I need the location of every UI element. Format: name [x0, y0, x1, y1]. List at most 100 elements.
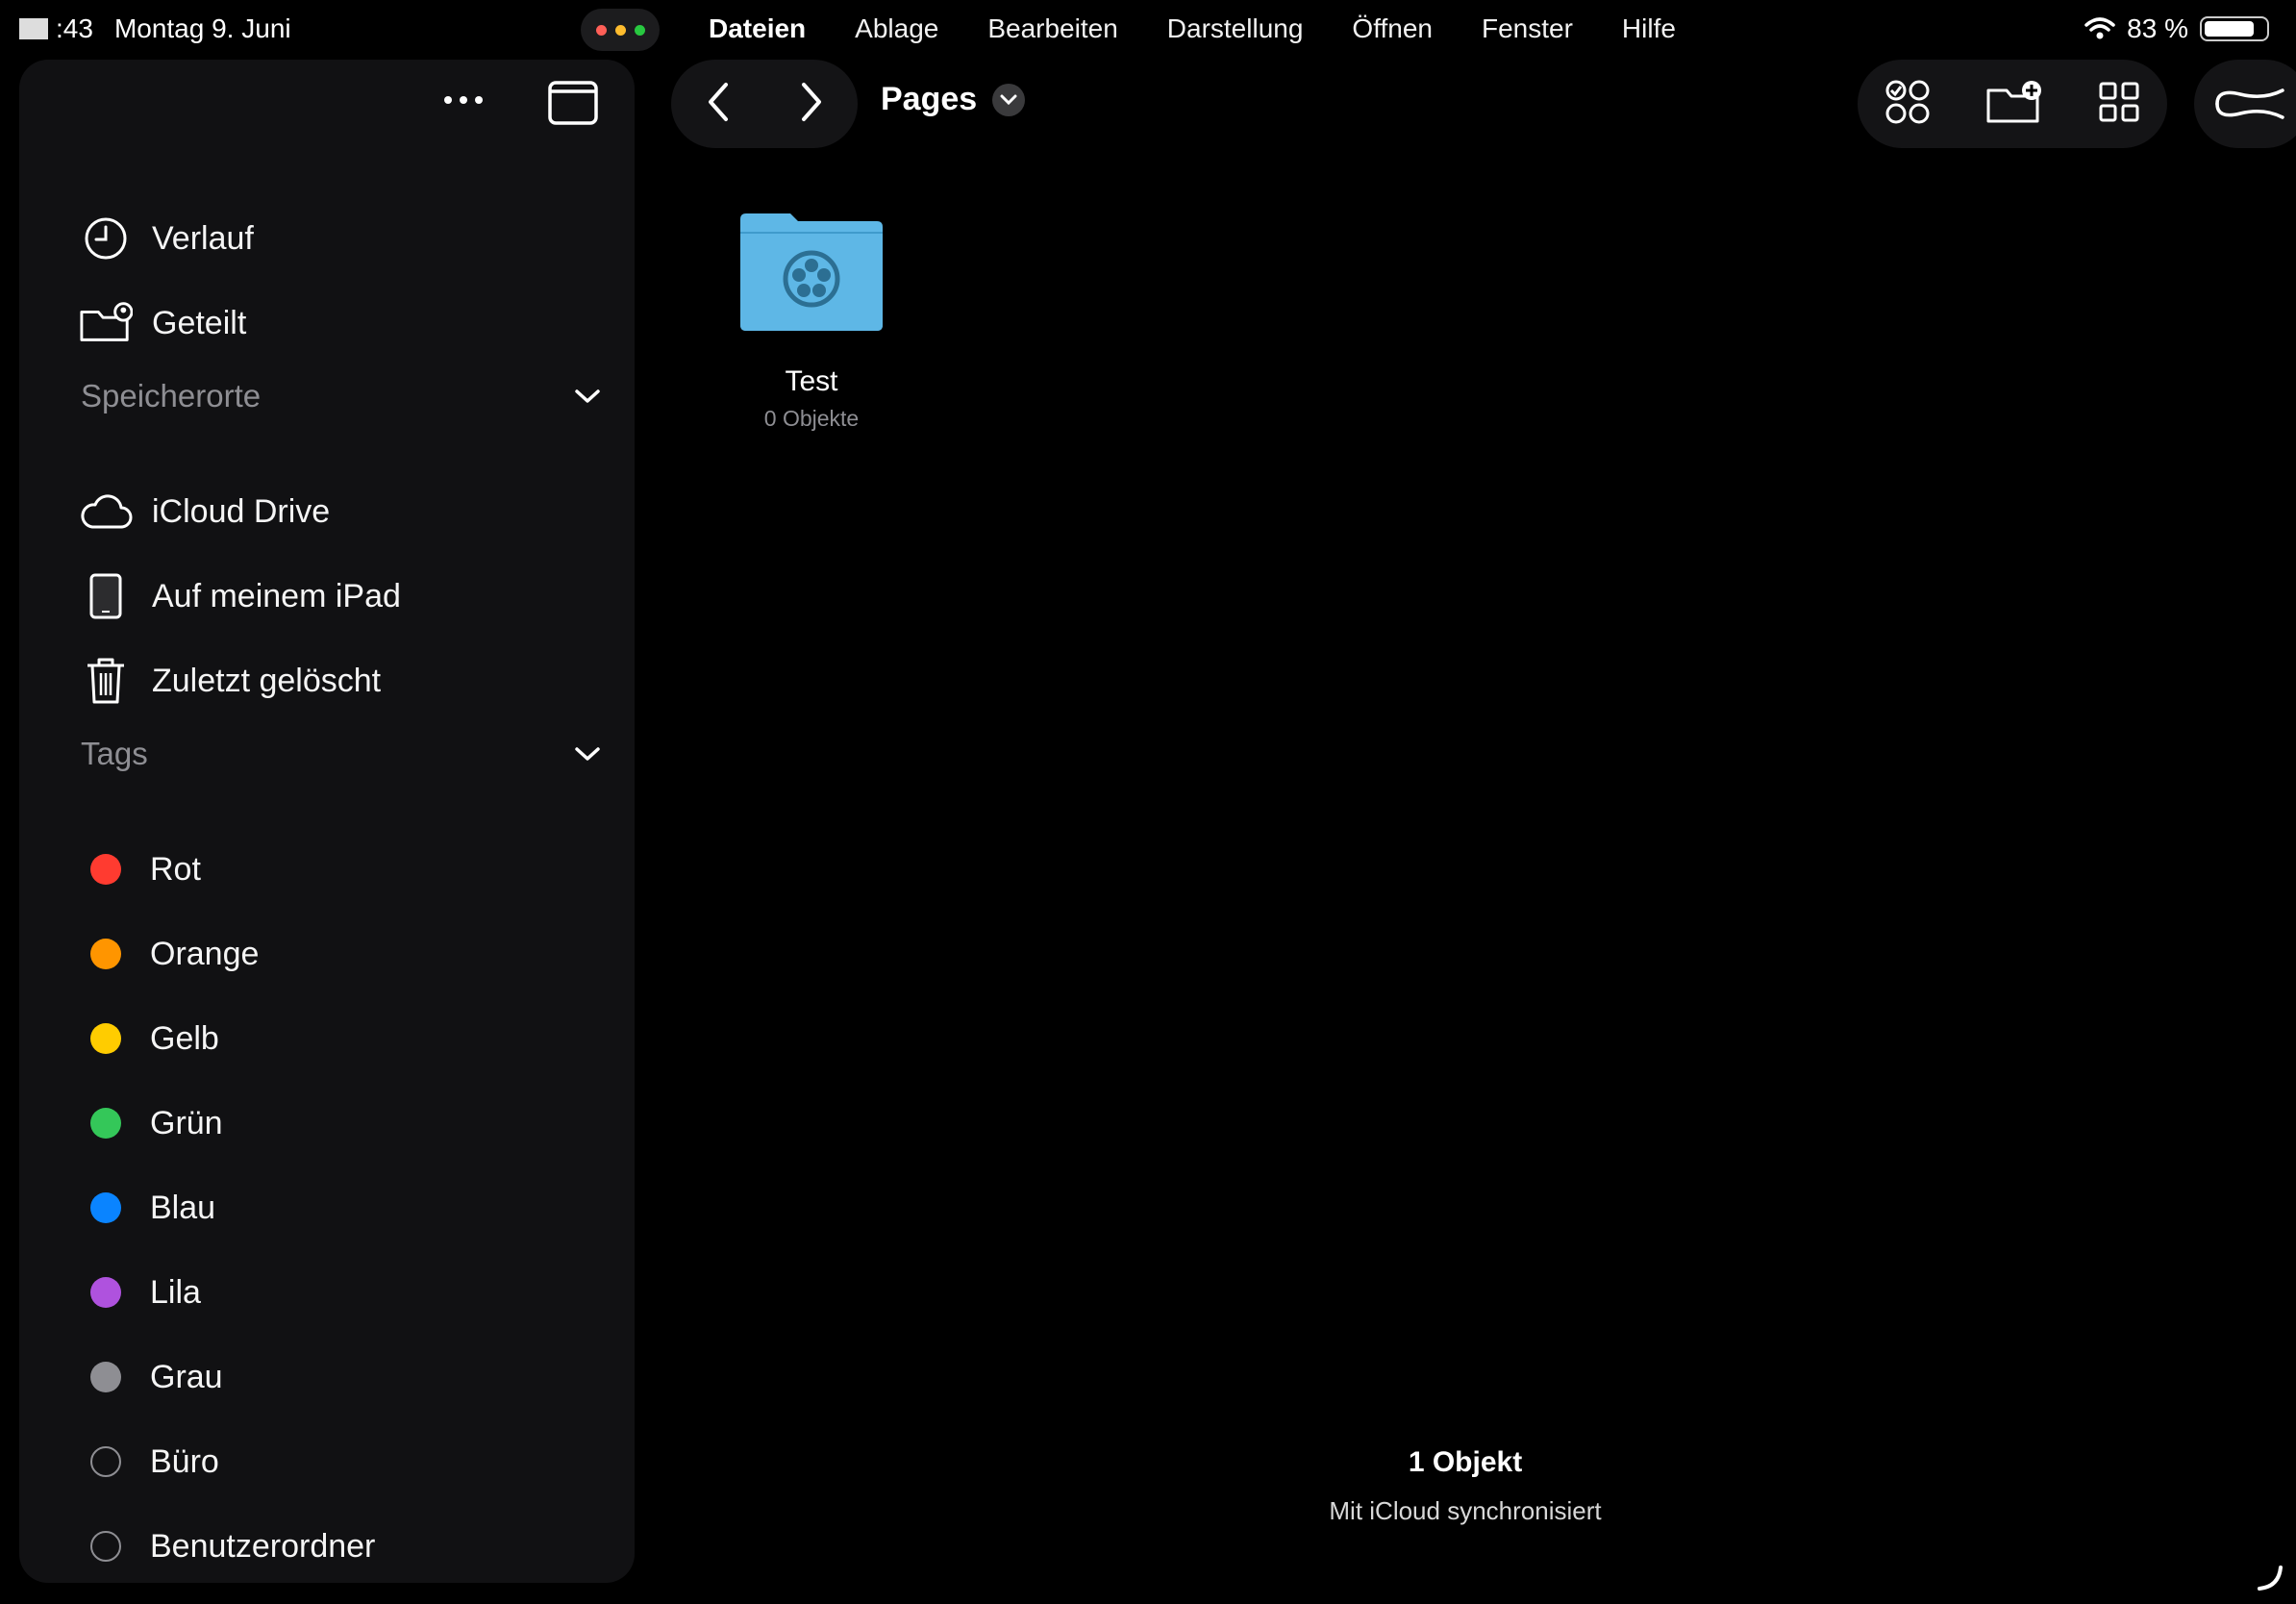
- tag-color-dot: [90, 854, 121, 885]
- tag-item-gelb[interactable]: Gelb: [79, 1009, 219, 1068]
- sidebar-item-label: Verlauf: [152, 219, 254, 257]
- sidebar-item-icloud-drive[interactable]: iCloud Drive: [79, 482, 330, 541]
- chevron-left-icon: [708, 82, 728, 121]
- section-header-tags[interactable]: Tags: [81, 728, 600, 780]
- window-zoom-dot[interactable]: [634, 24, 645, 36]
- status-left: :43 Montag 9. Juni: [19, 13, 291, 44]
- tag-color-dot: [90, 1192, 121, 1223]
- tag-item-lila[interactable]: Lila: [79, 1263, 201, 1322]
- select-items-icon: [1885, 80, 1930, 123]
- chevron-down-icon: [575, 389, 600, 403]
- menu-bar: Dateien Ablage Bearbeiten Darstellung Öf…: [709, 13, 1725, 44]
- section-title: Tags: [81, 736, 148, 771]
- toolbar-actions: [1858, 60, 2167, 148]
- sidebar-item-label: Geteilt: [152, 304, 247, 341]
- tag-item-orange[interactable]: Orange: [79, 924, 259, 984]
- status-right: 83 %: [2084, 13, 2269, 44]
- menu-bearbeiten[interactable]: Bearbeiten: [987, 13, 1117, 44]
- sidebar-item-label: Zuletzt gelöscht: [152, 662, 382, 699]
- new-folder-button[interactable]: [1985, 79, 2043, 130]
- chevron-down-icon: [575, 747, 600, 761]
- shared-folder-icon: [79, 296, 133, 350]
- tag-label: Lila: [150, 1273, 201, 1311]
- view-options-button[interactable]: [2098, 81, 2140, 128]
- tag-color-dot: [90, 1108, 121, 1139]
- status-bar: :43 Montag 9. Juni Dateien Ablage Bearbe…: [0, 0, 2296, 60]
- tag-label: Blau: [150, 1189, 216, 1226]
- tag-item-buero[interactable]: Büro: [79, 1432, 219, 1491]
- app-glyph-icon: [19, 18, 48, 39]
- battery-fill: [2205, 21, 2255, 37]
- sidebar-toggle-icon: [548, 81, 598, 125]
- menu-oeffnen[interactable]: Öffnen: [1352, 13, 1433, 44]
- status-date: Montag 9. Juni: [113, 13, 291, 43]
- sidebar-item-label: iCloud Drive: [152, 492, 331, 530]
- tag-label: Rot: [150, 850, 201, 888]
- trash-icon: [79, 654, 133, 708]
- window-close-dot[interactable]: [595, 24, 607, 36]
- tag-item-rot[interactable]: Rot: [79, 840, 201, 899]
- menu-hilfe[interactable]: Hilfe: [1622, 13, 1676, 44]
- section-title: Speicherorte: [81, 378, 262, 414]
- more-button[interactable]: [435, 79, 492, 121]
- ellipsis-icon: [444, 96, 483, 104]
- sidebar-item-label: Auf meinem iPad: [152, 577, 401, 614]
- menu-fenster[interactable]: Fenster: [1482, 13, 1573, 44]
- sync-status-label: Mit iCloud synchronisiert: [1329, 1496, 1602, 1525]
- menu-dateien[interactable]: Dateien: [709, 13, 806, 44]
- tag-item-grau[interactable]: Grau: [79, 1347, 223, 1407]
- navigation-buttons: [671, 60, 858, 148]
- toggle-sidebar-button[interactable]: [544, 79, 602, 127]
- sidebar-item-zuletzt-geloescht[interactable]: Zuletzt gelöscht: [79, 651, 381, 711]
- grid-view-icon: [2099, 82, 2139, 121]
- tag-label: Benutzerordner: [150, 1527, 376, 1565]
- tag-label: Büro: [150, 1442, 219, 1480]
- tag-color-dot: [90, 939, 121, 969]
- tag-color-dot: [90, 1023, 121, 1054]
- sidebar-toolbar: [19, 60, 635, 144]
- resize-handle-icon[interactable]: [2256, 1564, 2284, 1592]
- search-icon: [2215, 88, 2284, 119]
- tag-label: Orange: [150, 935, 260, 972]
- cloud-icon: [79, 485, 133, 539]
- menu-darstellung[interactable]: Darstellung: [1167, 13, 1304, 44]
- tag-color-dot: [90, 1362, 121, 1392]
- folder-item-test[interactable]: [736, 212, 886, 338]
- sidebar-item-auf-meinem-ipad[interactable]: Auf meinem iPad: [79, 566, 401, 626]
- back-button[interactable]: [707, 82, 730, 127]
- section-header-speicherorte[interactable]: Speicherorte: [81, 370, 600, 422]
- window-controls-button[interactable]: [581, 9, 660, 51]
- chevron-down-icon: [992, 83, 1026, 116]
- tag-color-dot: [90, 1531, 121, 1562]
- tag-label: Gelb: [150, 1019, 219, 1057]
- location-title-button[interactable]: Pages: [881, 81, 1026, 118]
- tag-color-dot: [90, 1277, 121, 1308]
- folder-item-count: 0 Objekte: [763, 406, 860, 431]
- wifi-icon: [2084, 17, 2115, 39]
- tag-color-dot: [90, 1446, 121, 1477]
- sidebar-item-geteilt[interactable]: Geteilt: [79, 293, 246, 353]
- item-count-label: 1 Objekt: [1408, 1446, 1523, 1478]
- folder-name: Test: [785, 365, 838, 397]
- status-time: :43: [56, 13, 93, 43]
- forward-button[interactable]: [800, 82, 823, 127]
- sidebar: Verlauf Geteilt Speicherorte iCloud Driv…: [19, 60, 635, 1583]
- tag-item-benutzerordner[interactable]: Benutzerordner: [79, 1516, 375, 1576]
- clock-icon: [79, 212, 133, 265]
- chevron-right-icon: [801, 82, 821, 121]
- window-minimize-dot[interactable]: [614, 24, 626, 36]
- folder-icon: [740, 213, 883, 331]
- sidebar-item-verlauf[interactable]: Verlauf: [79, 209, 254, 268]
- select-button[interactable]: [1884, 79, 1931, 130]
- location-title: Pages: [881, 81, 978, 117]
- tag-item-gruen[interactable]: Grün: [79, 1093, 223, 1153]
- tag-item-blau[interactable]: Blau: [79, 1178, 215, 1238]
- menu-ablage[interactable]: Ablage: [855, 13, 938, 44]
- battery-percent: 83 %: [2127, 13, 2188, 43]
- battery-icon: [2200, 16, 2269, 41]
- tag-label: Grün: [150, 1104, 223, 1141]
- ipad-icon: [79, 569, 133, 623]
- new-folder-icon: [1986, 80, 2041, 122]
- tag-label: Grau: [150, 1358, 223, 1395]
- search-button[interactable]: [2194, 60, 2296, 148]
